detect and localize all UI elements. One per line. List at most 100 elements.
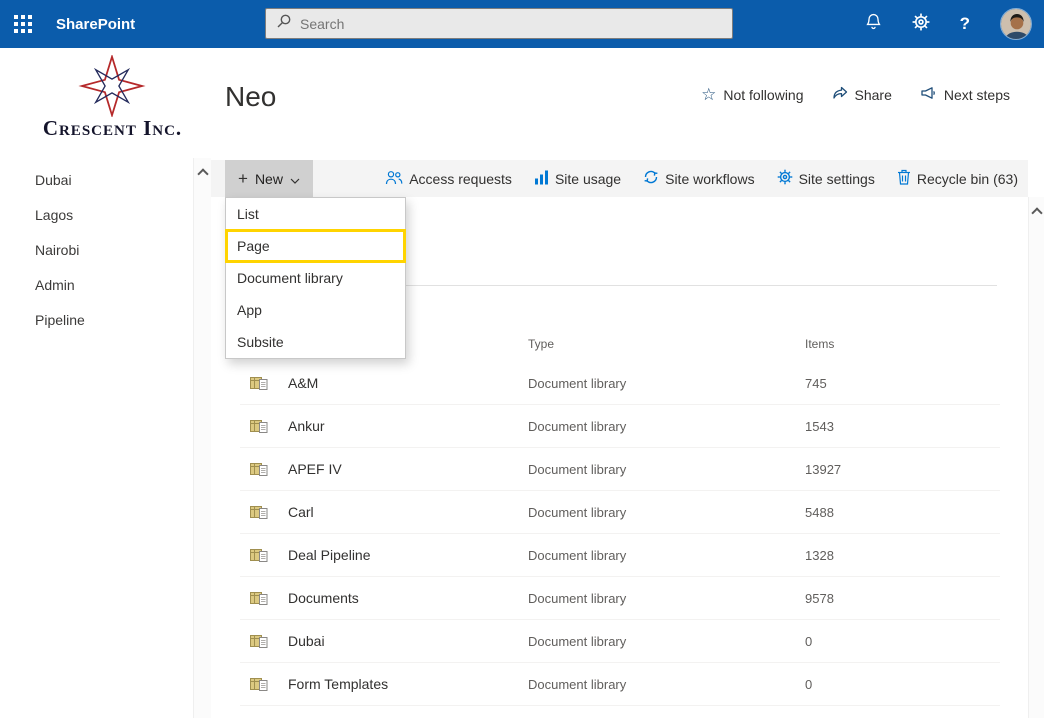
document-library-icon bbox=[250, 590, 268, 612]
row-type: Document library bbox=[528, 548, 627, 563]
document-library-icon bbox=[250, 375, 268, 397]
row-type: Document library bbox=[528, 634, 627, 649]
new-menu-item-label: App bbox=[237, 302, 262, 318]
not-following-button[interactable]: ☆ Not following bbox=[701, 86, 803, 103]
table-row[interactable]: Dubai Document library 0 bbox=[240, 620, 1000, 663]
scroll-up-icon bbox=[196, 168, 209, 180]
row-type: Document library bbox=[528, 376, 627, 391]
share-button[interactable]: Share bbox=[832, 86, 892, 103]
new-menu-item[interactable]: App bbox=[226, 294, 405, 326]
row-type: Document library bbox=[528, 677, 627, 692]
site-workflows-button[interactable]: Site workflows bbox=[643, 169, 755, 188]
row-name-link[interactable]: Form Templates bbox=[288, 676, 388, 692]
site-workflows-label: Site workflows bbox=[665, 170, 755, 187]
site-settings-label: Site settings bbox=[798, 170, 875, 187]
page-title: Neo bbox=[225, 81, 277, 112]
share-icon bbox=[832, 86, 848, 103]
new-menu-item[interactable]: Page bbox=[225, 229, 406, 263]
row-name-link[interactable]: Documents bbox=[288, 590, 359, 606]
sync-icon bbox=[643, 169, 659, 188]
next-steps-label: Next steps bbox=[943, 86, 1010, 103]
table-row[interactable]: Ankur Document library 1543 bbox=[240, 405, 1000, 448]
suite-bar: SharePoint Search ? bbox=[0, 0, 1044, 48]
help-button[interactable]: ? bbox=[960, 14, 970, 34]
share-label: Share bbox=[854, 86, 892, 103]
left-nav: Dubai Lagos Nairobi Admin Pipeline bbox=[0, 155, 193, 718]
notifications-button[interactable] bbox=[865, 13, 882, 36]
row-name-link[interactable]: Dubai bbox=[288, 633, 325, 649]
row-item-count: 745 bbox=[805, 376, 827, 391]
access-requests-label: Access requests bbox=[409, 170, 512, 187]
gear-icon bbox=[912, 13, 930, 36]
search-icon bbox=[276, 13, 292, 34]
table-row[interactable]: Documents Document library 9578 bbox=[240, 577, 1000, 620]
table-row[interactable]: APEF IV Document library 13927 bbox=[240, 448, 1000, 491]
search-box[interactable] bbox=[265, 8, 733, 39]
new-dropdown-menu: List Page Document library App Subsite bbox=[225, 197, 406, 359]
recycle-bin-button[interactable]: Recycle bin (63) bbox=[897, 169, 1018, 188]
table-row[interactable]: A&M Document library 745 bbox=[240, 362, 1000, 405]
chevron-down-icon bbox=[290, 171, 300, 187]
document-library-icon bbox=[250, 547, 268, 569]
account-avatar[interactable] bbox=[1000, 8, 1032, 40]
access-requests-button[interactable]: Access requests bbox=[385, 170, 512, 188]
row-name-link[interactable]: A&M bbox=[288, 375, 318, 391]
row-item-count: 9578 bbox=[805, 591, 834, 606]
plus-icon: + bbox=[238, 169, 248, 188]
site-settings-button[interactable]: Site settings bbox=[777, 169, 875, 188]
sidebar-item[interactable]: Nairobi bbox=[0, 233, 193, 268]
row-name-link[interactable]: Deal Pipeline bbox=[288, 547, 371, 563]
command-bar: + New Access requests Site usage Site wo… bbox=[211, 160, 1028, 197]
next-steps-button[interactable]: Next steps bbox=[920, 86, 1010, 103]
column-header-items[interactable]: Items bbox=[805, 337, 834, 351]
gear-icon bbox=[777, 169, 793, 188]
sharepoint-page: SharePoint Search ? Crescent Inc. Neo ☆ … bbox=[0, 0, 1044, 718]
site-header: Crescent Inc. Neo ☆ Not following Share … bbox=[0, 48, 1044, 155]
logo-text: Crescent Inc. bbox=[42, 116, 183, 140]
table-row[interactable]: Carl Document library 5488 bbox=[240, 491, 1000, 534]
row-type: Document library bbox=[528, 462, 627, 477]
content-scrollbar[interactable] bbox=[1028, 197, 1044, 718]
trash-icon bbox=[897, 169, 911, 188]
site-usage-button[interactable]: Site usage bbox=[534, 170, 621, 188]
bar-chart-icon bbox=[534, 170, 549, 188]
new-menu-item[interactable]: Document library bbox=[226, 262, 405, 294]
new-menu-item[interactable]: List bbox=[226, 198, 405, 230]
star-icon: ☆ bbox=[701, 85, 717, 104]
row-name-link[interactable]: APEF IV bbox=[288, 461, 342, 477]
new-menu-item[interactable]: Subsite bbox=[226, 326, 405, 358]
waffle-icon bbox=[14, 15, 32, 33]
scroll-up-icon bbox=[1030, 207, 1043, 219]
column-header-type[interactable]: Type bbox=[528, 337, 554, 351]
recycle-bin-label: Recycle bin (63) bbox=[916, 170, 1018, 187]
sidebar-item[interactable]: Pipeline bbox=[0, 303, 193, 338]
megaphone-icon bbox=[920, 86, 937, 103]
not-following-label: Not following bbox=[723, 86, 804, 103]
crescent-star-icon bbox=[72, 53, 152, 122]
row-type: Document library bbox=[528, 419, 627, 434]
new-button[interactable]: + New bbox=[225, 160, 313, 197]
row-item-count: 13927 bbox=[805, 462, 842, 477]
document-library-icon bbox=[250, 633, 268, 655]
document-library-icon bbox=[250, 504, 268, 526]
row-type: Document library bbox=[528, 505, 627, 520]
row-item-count: 5488 bbox=[805, 505, 834, 520]
sidebar-item[interactable]: Dubai bbox=[0, 163, 193, 198]
new-menu-item-label: Subsite bbox=[237, 334, 284, 350]
site-logo: Crescent Inc. bbox=[0, 48, 225, 155]
sidebar-scrollbar[interactable] bbox=[193, 158, 211, 718]
sidebar-item[interactable]: Admin bbox=[0, 268, 193, 303]
settings-button[interactable] bbox=[912, 13, 930, 36]
new-menu-item-label: List bbox=[237, 206, 259, 222]
row-name-link[interactable]: Carl bbox=[288, 504, 314, 520]
app-launcher-button[interactable] bbox=[0, 0, 46, 48]
row-name-link[interactable]: Ankur bbox=[288, 418, 325, 434]
brand-link[interactable]: SharePoint bbox=[56, 16, 135, 33]
document-library-icon bbox=[250, 676, 268, 698]
table-row[interactable]: Form Templates Document library 0 bbox=[240, 663, 1000, 706]
row-item-count: 1543 bbox=[805, 419, 834, 434]
people-icon bbox=[385, 170, 403, 188]
table-row[interactable]: Deal Pipeline Document library 1328 bbox=[240, 534, 1000, 577]
sidebar-item[interactable]: Lagos bbox=[0, 198, 193, 233]
search-input[interactable] bbox=[300, 15, 680, 32]
